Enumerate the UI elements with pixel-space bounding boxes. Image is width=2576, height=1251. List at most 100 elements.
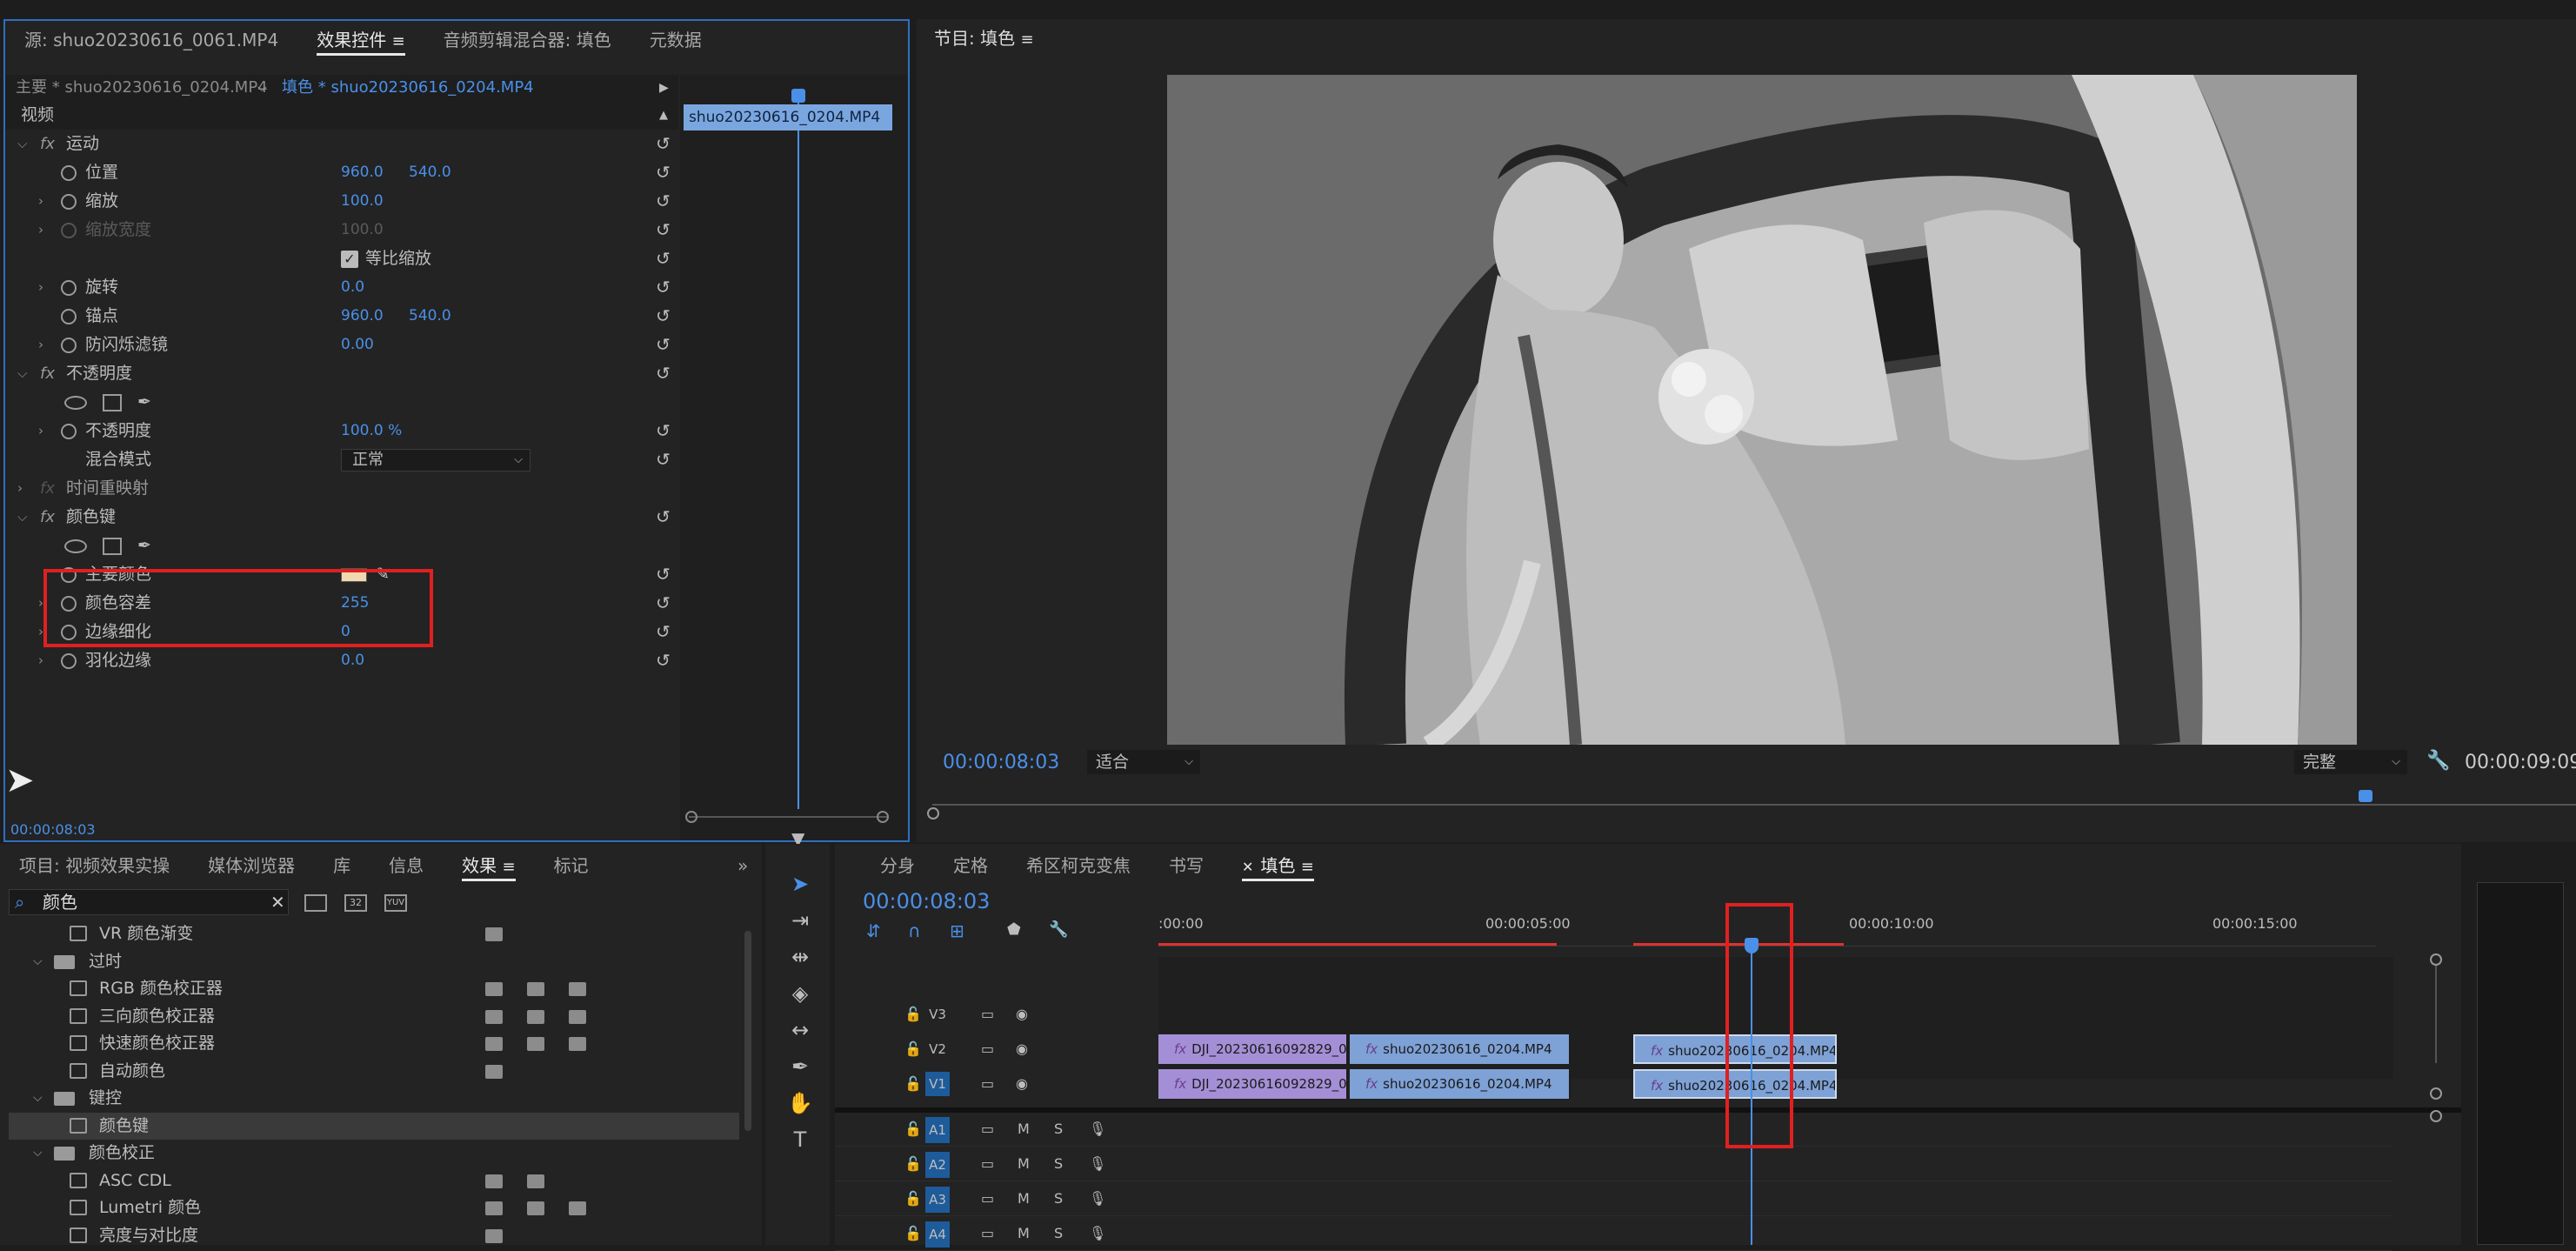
toggle-sync-icon[interactable]: ▭ [981,1183,994,1214]
effects-list-item[interactable]: RGB 颜色校正器 [9,975,739,1002]
track-name[interactable]: V3 [925,1002,950,1027]
reset-icon[interactable]: ↺ [656,652,675,669]
timeline-clip[interactable]: fx shuo20230616_0204.MP4 [1350,1034,1571,1064]
rect-mask-icon[interactable] [103,394,122,411]
reset-icon[interactable]: ↺ [656,565,675,583]
chevron-down-icon[interactable]: ⌵ [33,1085,43,1112]
ec-clip-bar[interactable]: shuo20230616_0204.MP4 [684,104,892,130]
effect-opacity[interactable]: ⌵ fx 不透明度 ↺ [5,359,678,388]
reset-icon[interactable]: ↺ [656,365,675,382]
effects-list-item[interactable]: 亮度与对比度 [9,1222,739,1246]
effects-list-item[interactable]: 自动颜色 [9,1058,739,1085]
timeline-clip[interactable]: fx shuo20230616_0204.MP4 [1350,1069,1571,1099]
snap-icon[interactable]: ∩ [908,920,921,941]
tab-source[interactable]: 源: shuo20230616_0061.MP4 [5,21,297,59]
ec-zoom-scroll[interactable] [689,816,889,818]
effects-list-item[interactable]: VR 颜色渐变 [9,920,739,947]
nest-icon[interactable]: ⇵ [866,920,881,941]
anchor-x[interactable]: 960.0 [341,302,384,331]
effect-motion[interactable]: ⌵ fx 运动 ↺ [5,130,678,158]
clear-search-icon[interactable]: ✕ [270,890,285,914]
timeline-timecode[interactable]: 00:00:08:03 [863,889,990,913]
reset-icon[interactable]: ↺ [656,221,675,238]
rotation-value[interactable]: 0.0 [341,273,364,302]
tab-seq-4[interactable]: 书写 [1150,846,1223,885]
reset-icon[interactable]: ↺ [656,594,675,612]
track-name[interactable]: A4 [925,1221,950,1248]
chevron-down-icon[interactable]: ⌵ [257,75,267,101]
tab-seq-3[interactable]: 希区柯克变焦 [1007,846,1150,885]
selection-tool-icon[interactable]: ➤ [786,870,814,898]
stopwatch-icon[interactable] [61,280,77,296]
feather-value[interactable]: 0.0 [341,646,364,675]
quality-select[interactable]: 完整 ⌵ [2294,750,2407,774]
ellipse-mask-icon[interactable] [64,539,87,553]
master-clip-label[interactable]: 主要 * shuo20230616_0204.MP4 [16,75,268,101]
fit-select[interactable]: 适合 ⌵ [1087,750,1200,774]
lock-icon[interactable]: 🔓 [904,1148,922,1180]
reset-icon[interactable]: ↺ [656,135,675,152]
tab-effects[interactable]: 效果 ≡ [443,846,534,885]
toggle-sync-icon[interactable]: ▭ [981,1114,994,1145]
reset-icon[interactable]: ↺ [656,508,675,525]
lock-icon[interactable]: 🔓 [904,999,922,1030]
effects-list-item[interactable]: ASC CDL [9,1167,739,1194]
tab-effect-controls[interactable]: 效果控件 ≡ [297,21,424,59]
timeline-clip[interactable]: fx DJI_20230616092829_009 [1158,1069,1348,1099]
chevron-down-icon[interactable]: ⌵ [33,948,43,975]
tab-media-browser[interactable]: 媒体浏览器 [189,846,314,885]
track-name[interactable]: V2 [925,1037,950,1061]
stopwatch-icon[interactable] [61,194,77,210]
accelerated-filter-icon[interactable] [304,894,327,912]
track-name[interactable]: A2 [925,1152,950,1178]
stopwatch-icon[interactable] [61,338,77,353]
mute-button[interactable]: M [1018,1114,1030,1145]
effects-list-item[interactable]: Lumetri 颜色 [9,1194,739,1221]
settings-wrench-icon[interactable]: 🔧 [2426,750,2450,772]
sequence-clip-label[interactable]: 填色 * shuo20230616_0204.MP4 [282,75,534,101]
uniform-scale-checkbox[interactable]: ✓ [341,251,358,268]
close-icon[interactable]: ✕ [1242,859,1253,875]
tab-seq-5[interactable]: ✕ 填色 ≡ [1223,846,1333,885]
razor-tool-icon[interactable]: ◈ [786,980,814,1007]
add-marker-icon[interactable]: ⬟ [1007,920,1021,939]
tab-seq-1[interactable]: 分身 [861,846,934,885]
vscroll-bottom-handle[interactable] [2430,1087,2442,1100]
program-playhead[interactable] [2359,790,2372,802]
play-arrow-icon[interactable]: ▶ [659,75,669,101]
tab-markers[interactable]: 标记 [535,846,608,885]
reset-icon[interactable]: ↺ [656,422,675,439]
program-scrubber[interactable] [932,804,2576,806]
stopwatch-icon[interactable] [61,165,77,181]
track-name[interactable]: A1 [925,1117,950,1143]
ripple-edit-tool-icon[interactable]: ⇹ [786,943,814,971]
tab-audio-mixer[interactable]: 音频剪辑混合器: 填色 [424,21,631,59]
pen-tool-icon[interactable]: ✒ [786,1053,814,1080]
more-tabs-icon[interactable]: » [737,855,748,876]
eye-icon[interactable]: ◉ [1016,999,1028,1030]
mute-button[interactable]: M [1018,1183,1030,1214]
effects-list-item[interactable]: 颜色键 [9,1112,739,1140]
toggle-sync-icon[interactable]: ▭ [981,999,994,1030]
position-y[interactable]: 540.0 [409,158,451,187]
tab-library[interactable]: 库 [314,846,370,885]
toggle-sync-icon[interactable]: ▭ [981,1068,994,1100]
effects-folder[interactable]: ⌵ 颜色校正 [9,1140,739,1167]
effect-color-key[interactable]: ⌵ fx 颜色键 ↺ [5,503,678,532]
yuv-filter-icon[interactable]: YUV [384,894,407,912]
effects-folder[interactable]: ⌵ 键控 [9,1085,739,1112]
rect-mask-icon[interactable] [103,538,122,555]
lock-icon[interactable]: 🔓 [904,1183,922,1214]
reset-icon[interactable]: ↺ [656,307,675,324]
slip-tool-icon[interactable]: ↔ [786,1016,814,1044]
stopwatch-icon[interactable] [61,424,77,439]
tab-metadata[interactable]: 元数据 [631,21,721,59]
hand-tool-icon[interactable]: ✋ [786,1089,814,1117]
microphone-icon[interactable]: 🎙 [1089,1114,1106,1145]
timeline-settings-icon[interactable]: 🔧 [1049,920,1068,939]
effects-scrollbar[interactable] [744,931,751,1131]
pen-mask-icon[interactable]: ✒ [137,388,151,417]
eye-icon[interactable]: ◉ [1016,1034,1028,1065]
track-select-tool-icon[interactable]: ⇥ [786,906,814,934]
32bit-filter-icon[interactable]: 32 [344,894,367,912]
